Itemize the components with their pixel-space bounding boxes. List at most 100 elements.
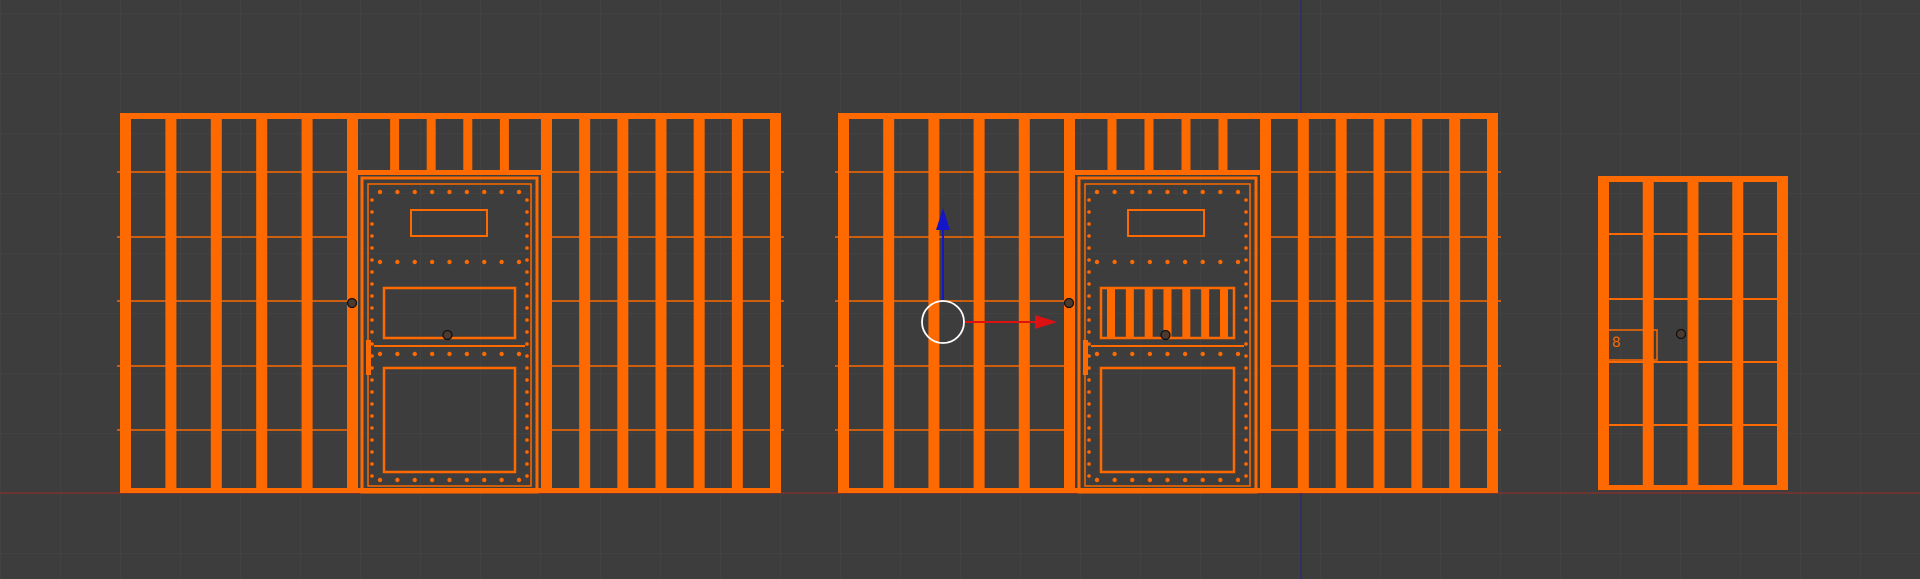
rivet (525, 330, 529, 334)
rivet (370, 318, 374, 322)
rivet (370, 294, 374, 298)
rivet (482, 351, 487, 357)
rivet (1244, 198, 1248, 202)
rivet (1200, 477, 1205, 483)
rivet (370, 258, 374, 262)
rivet (370, 426, 374, 430)
rivet (1235, 259, 1241, 265)
gate-number-label: 8 (1612, 335, 1621, 351)
rivet (377, 351, 383, 357)
rivet (1244, 222, 1248, 226)
rivet (1218, 259, 1223, 265)
vertical-bar (579, 113, 591, 493)
rivet (370, 390, 374, 394)
rivet (516, 477, 522, 483)
rivet (1235, 477, 1241, 483)
rivet (447, 189, 452, 195)
rivet (499, 477, 504, 483)
rivet (1087, 294, 1091, 298)
rivet (370, 450, 374, 454)
rivet (1087, 426, 1091, 430)
rivet (525, 258, 529, 262)
rivet (429, 477, 435, 483)
rivet (525, 426, 529, 430)
vertical-bar (120, 113, 131, 493)
rivet (1087, 306, 1091, 310)
rivet (1244, 282, 1248, 286)
rivet (525, 414, 529, 418)
rivet (370, 462, 374, 466)
viewport-canvas[interactable]: 8 (0, 0, 1920, 579)
rivet (525, 438, 529, 442)
rivet (1244, 426, 1248, 430)
rivet (1087, 270, 1091, 274)
rivet (499, 351, 504, 357)
rivet (1244, 270, 1248, 274)
rivet (525, 378, 529, 382)
rivet (1087, 210, 1091, 214)
rivet (1087, 198, 1091, 202)
rivet (525, 246, 529, 250)
rivet (1244, 306, 1248, 310)
rivet (1244, 390, 1248, 394)
rivet (464, 259, 470, 265)
rivet (412, 351, 417, 357)
rivet (429, 351, 435, 357)
window-bar (1107, 288, 1115, 338)
rivet (525, 210, 529, 214)
rivet (1200, 351, 1205, 357)
rivet (1244, 294, 1248, 298)
rivet (499, 189, 504, 195)
header-bar (499, 113, 509, 171)
rivet (447, 259, 452, 265)
rivet (370, 330, 374, 334)
rivet (525, 234, 529, 238)
rivet (370, 234, 374, 238)
gate-bar (1642, 176, 1654, 490)
rivet (525, 474, 529, 478)
rivet (370, 402, 374, 406)
rivet (1244, 450, 1248, 454)
door-origin (1160, 329, 1171, 341)
rivet (525, 198, 529, 202)
rivet (1244, 402, 1248, 406)
gate-origin (1675, 328, 1687, 340)
rivet (1112, 351, 1117, 357)
vertical-bar (541, 113, 552, 493)
door-header-beam (358, 170, 541, 175)
hinge-origin (346, 297, 358, 309)
rivet (395, 351, 400, 357)
rivet (516, 259, 522, 265)
vertical-bar (1487, 113, 1498, 493)
rivet (1087, 450, 1091, 454)
rivet (429, 189, 435, 195)
rivet (1094, 189, 1100, 195)
vertical-bar (210, 113, 222, 493)
rivet (1182, 189, 1188, 195)
header-bar (1218, 113, 1228, 171)
rivet (395, 477, 400, 483)
rivet (429, 259, 435, 265)
rivet (464, 477, 470, 483)
rivet (499, 259, 504, 265)
gate-bar (1732, 176, 1744, 490)
rivet (1094, 477, 1100, 483)
header-bar (390, 113, 400, 171)
vertical-bar (617, 113, 629, 493)
rivet (525, 402, 529, 406)
rivet (1112, 259, 1117, 265)
rivet (525, 318, 529, 322)
rivet (377, 189, 383, 195)
3d-viewport[interactable]: 8 (0, 0, 1920, 579)
rivet (1218, 477, 1223, 483)
vertical-bar (256, 113, 268, 493)
header-bar (463, 113, 473, 171)
window-bar (1201, 288, 1210, 338)
rivet (1130, 477, 1135, 483)
rivet (1147, 477, 1153, 483)
rivet (482, 259, 487, 265)
rivet (412, 477, 417, 483)
vertical-bar (1373, 113, 1385, 493)
rivet (1165, 477, 1170, 483)
rivet (370, 474, 374, 478)
